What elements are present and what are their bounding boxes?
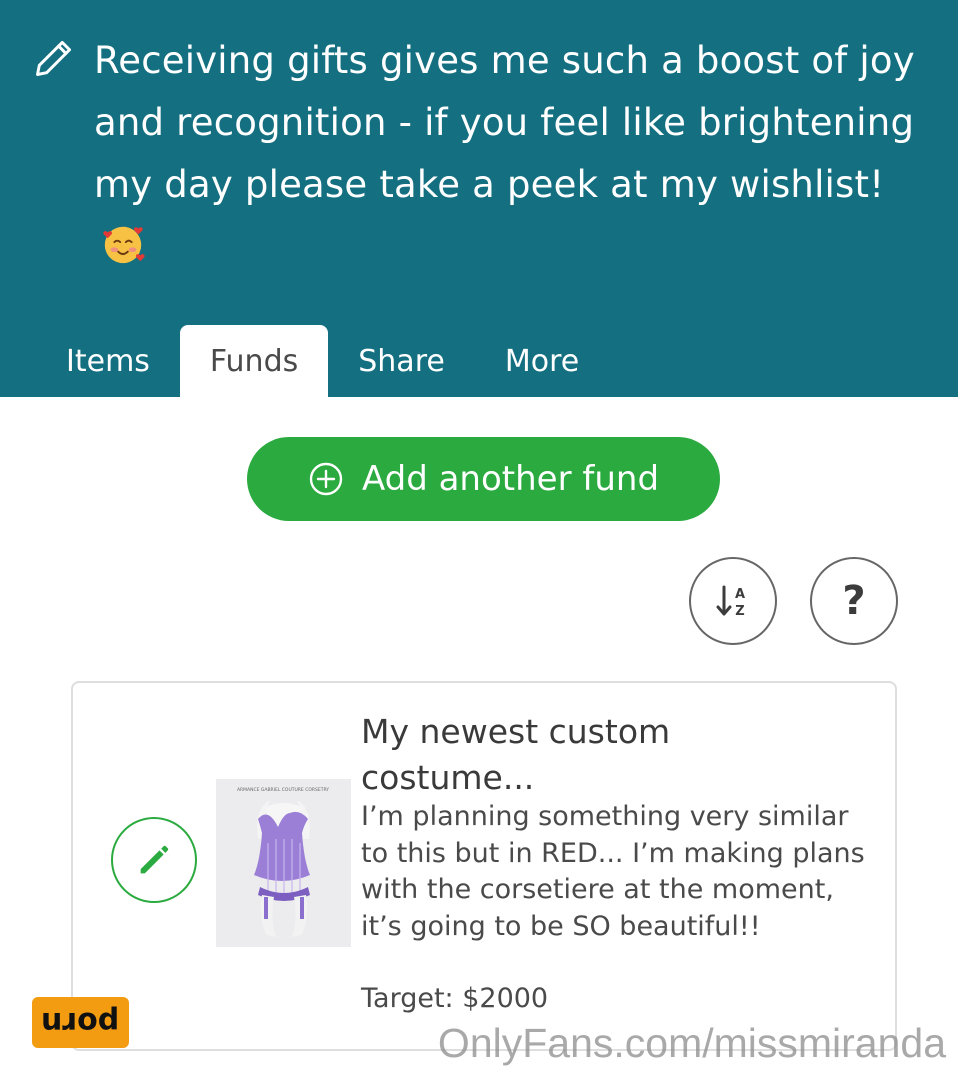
watermark-logo-text: porn [41, 1005, 120, 1040]
tab-share[interactable]: Share [328, 325, 475, 397]
tab-label: Funds [209, 343, 299, 379]
add-fund-button[interactable]: Add another fund [247, 437, 720, 521]
pencil-icon[interactable] [32, 36, 76, 80]
tab-bar: Items Funds Share More [36, 325, 609, 397]
sort-alpha-icon: A Z [716, 585, 745, 619]
tab-funds[interactable]: Funds [179, 325, 329, 397]
help-button[interactable]: ? [810, 557, 898, 645]
fund-image[interactable]: ARMANCE GABRIEL COUTURE CORSETRY [216, 779, 351, 947]
bio-message: Receiving gifts gives me such a boost of… [94, 39, 915, 206]
tab-items[interactable]: Items [36, 325, 180, 397]
corset-image: ARMANCE GABRIEL COUTURE CORSETRY [216, 779, 351, 947]
fund-card[interactable]: ARMANCE GABRIEL COUTURE CORSETRY My newe… [71, 681, 897, 1051]
fund-description: I’m planning something very similar to t… [361, 801, 865, 942]
edit-fund-button[interactable] [111, 817, 197, 903]
sort-button[interactable]: A Z [689, 557, 777, 645]
sort-glyph-a: A [735, 587, 745, 602]
add-fund-label: Add another fund [361, 459, 660, 499]
sort-glyph-z: Z [735, 604, 744, 619]
smiling-face-with-hearts-icon [103, 226, 145, 264]
profile-header: Receiving gifts gives me such a boost of… [0, 0, 958, 397]
pencil-icon [140, 845, 169, 874]
plus-circle-icon [309, 462, 343, 496]
watermark-text: OnlyFans.com/missmiranda [437, 1020, 946, 1066]
fund-target: Target: $2000 [361, 983, 549, 1014]
tab-label: More [504, 343, 580, 379]
tab-label: Share [358, 343, 445, 379]
bio: Receiving gifts gives me such a boost of… [32, 30, 922, 278]
image-caption: ARMANCE GABRIEL COUTURE CORSETRY [237, 787, 329, 793]
bio-text: Receiving gifts gives me such a boost of… [94, 30, 922, 278]
tab-label: Items [66, 343, 150, 379]
help-label: ? [842, 578, 866, 624]
tab-more[interactable]: More [475, 325, 609, 397]
fund-title[interactable]: My newest custom costume... [361, 709, 761, 801]
watermark-logo: porn [32, 997, 129, 1048]
